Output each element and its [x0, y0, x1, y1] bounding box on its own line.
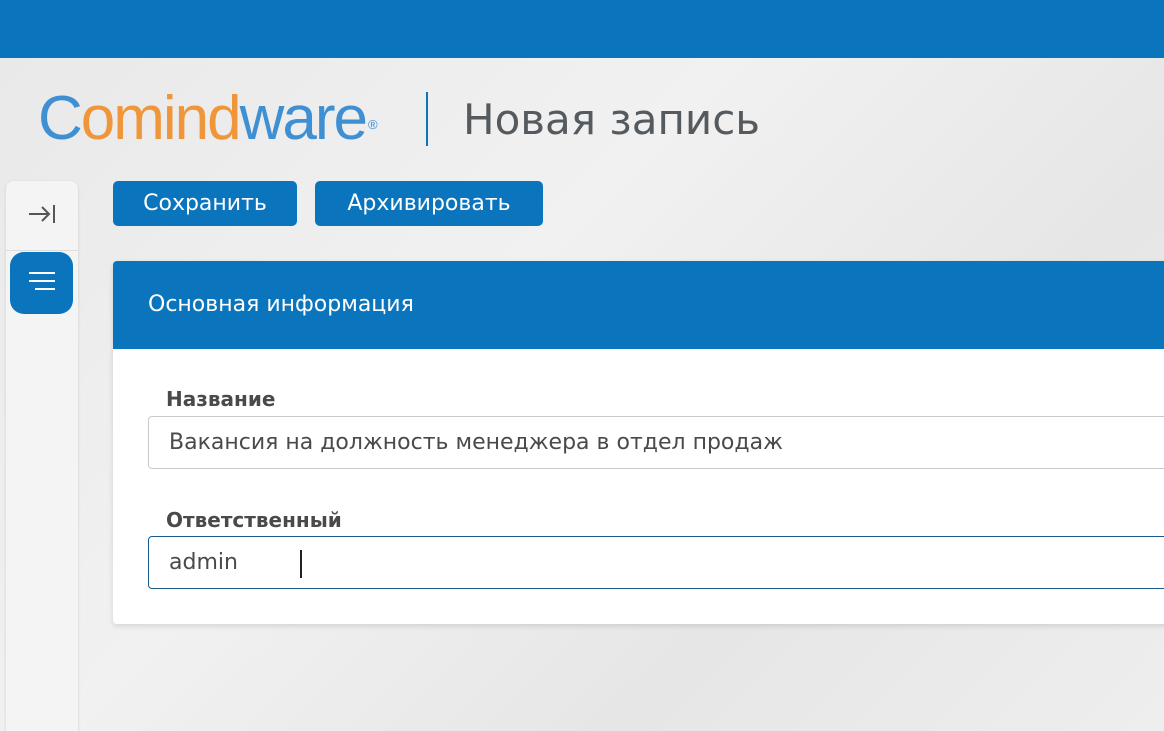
expand-panel-button[interactable] — [6, 181, 78, 251]
section-title: Основная информация — [148, 292, 414, 317]
top-bar — [0, 0, 1164, 58]
responsible-field[interactable]: admin — [148, 536, 1164, 589]
responsible-field-label: Ответственный — [166, 508, 342, 532]
header-divider — [426, 92, 428, 146]
name-field-label: Название — [166, 387, 276, 411]
name-field-value: Вакансия на должность менеджера в отдел … — [169, 430, 783, 455]
navigation-menu-button[interactable] — [10, 252, 73, 314]
archive-button[interactable]: Архивировать — [315, 181, 543, 226]
hamburger-menu-icon — [27, 270, 57, 296]
main-info-card: Основная информация Название Вакансия на… — [113, 261, 1164, 624]
save-button[interactable]: Сохранить — [113, 181, 297, 226]
card-header: Основная информация — [113, 261, 1164, 349]
name-field[interactable]: Вакансия на должность менеджера в отдел … — [148, 416, 1164, 469]
page-title: Новая запись — [463, 95, 761, 144]
responsible-field-value: admin — [169, 550, 238, 575]
comindware-logo: Comindware ® — [38, 84, 378, 153]
arrow-right-to-bar-icon — [27, 202, 57, 230]
text-cursor — [300, 550, 302, 578]
